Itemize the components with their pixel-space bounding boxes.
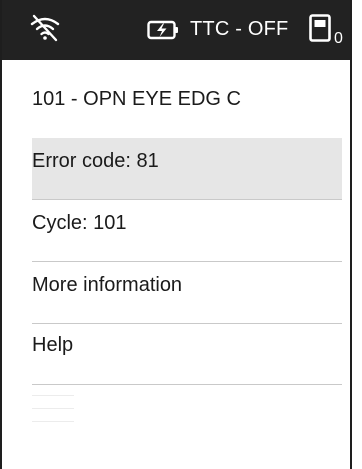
status-bar: TTC - OFF 0 — [2, 0, 350, 60]
menu-item-error-code[interactable]: Error code: 81 — [32, 138, 342, 200]
placeholder-line — [32, 421, 74, 422]
device-screen: TTC - OFF 0 101 - OPN EYE EDG C Error co… — [0, 0, 352, 469]
menu-item-label: Help — [32, 334, 74, 356]
ttc-status-label: TTC - OFF — [190, 18, 289, 40]
menu-item-cycle[interactable]: Cycle: 101 — [32, 200, 342, 262]
battery-charging-icon — [147, 20, 178, 40]
faded-placeholder-lines — [32, 395, 82, 445]
menu-item-label: Cycle: 101 — [32, 212, 127, 234]
menu-item-more-information[interactable]: More information — [32, 262, 342, 324]
menu-item-label: Error code: 81 — [32, 150, 159, 172]
placeholder-line — [32, 395, 74, 396]
wifi-off-icon — [30, 14, 60, 42]
device-icon — [309, 14, 331, 42]
menu-item-help[interactable]: Help — [32, 322, 342, 385]
menu-item-label: More information — [32, 274, 183, 296]
device-count-badge: 0 — [334, 30, 343, 47]
placeholder-line — [32, 408, 74, 409]
page-title: 101 - OPN EYE EDG C — [32, 88, 241, 110]
